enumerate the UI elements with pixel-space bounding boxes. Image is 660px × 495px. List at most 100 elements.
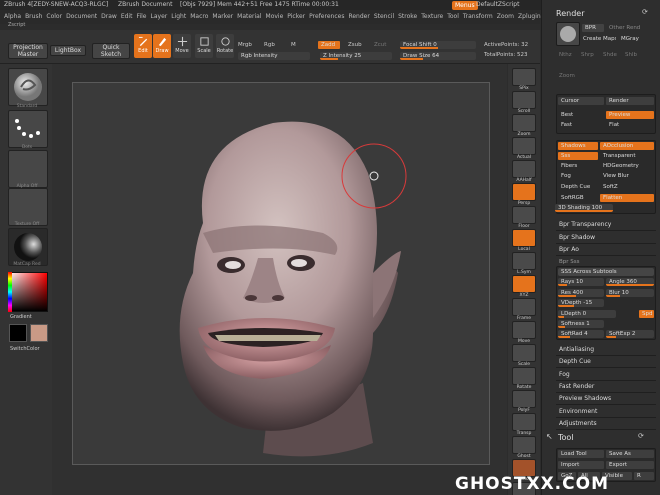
menu-item-zoom[interactable]: Zoom [497,13,514,20]
vdepth-slider[interactable]: VDepth -15 [558,299,604,307]
sss-toggle[interactable]: Sss [558,152,598,160]
menu-item-material[interactable]: Material [237,13,261,20]
shelf-xyz-button[interactable] [512,275,536,293]
shelf-aahalf-button[interactable] [512,160,536,178]
shelf-scroll-button[interactable] [512,91,536,109]
bpr-transparency-header[interactable]: Bpr Transparency [556,219,656,231]
goz-r-button[interactable]: R [634,472,654,480]
document-canvas[interactable] [72,82,490,465]
shelf-frame-button[interactable] [512,298,536,316]
rgb-button[interactable]: Rgb [264,42,275,48]
res-slider[interactable]: Res 400 [558,289,604,297]
shlb-button[interactable]: Shlb [622,51,644,59]
focal-shift-slider[interactable]: Focal Shift 0 [400,41,476,49]
softexp-slider[interactable]: SoftExp 2 [606,330,654,338]
3d-shading-slider[interactable]: 3D Shading 100 [555,204,613,212]
move-mode-button[interactable]: Move [173,34,191,58]
mgray-button[interactable]: MGray [618,35,646,43]
brush-thumbnail[interactable] [8,68,48,106]
texture-thumbnail[interactable] [8,188,48,226]
ldepth-slider[interactable]: LDepth 0 [558,310,616,318]
menu-item-draw[interactable]: Draw [101,13,117,20]
draw-size-slider[interactable]: Draw Size 64 [400,52,476,60]
menus-toggle-button[interactable]: Menus [452,1,478,10]
edit-mode-button[interactable]: Edit [134,34,152,58]
preview-shadows-header[interactable]: Preview Shadows [556,393,656,406]
menu-item-alpha[interactable]: Alpha [4,13,21,20]
quick-sketch-button[interactable]: Quick Sketch [92,43,130,59]
preview-button[interactable]: Preview [606,111,654,119]
create-maps-button[interactable]: Create Maps [580,35,616,43]
menu-item-texture[interactable]: Texture [421,13,443,20]
material-thumbnail[interactable] [8,228,48,266]
zadd-button[interactable]: Zadd [318,41,340,49]
alpha-thumbnail[interactable] [8,150,48,188]
softrad-slider[interactable]: SoftRad 4 [558,330,604,338]
menu-item-preferences[interactable]: Preferences [309,13,344,20]
shelf-actual-button[interactable] [512,137,536,155]
transparent-toggle[interactable]: Transparent [600,152,654,160]
softness-slider[interactable]: Softness 1 [558,320,604,328]
sss-across-subtools-button[interactable]: SSS Across Subtools [558,268,654,276]
m-button[interactable]: M [291,42,296,48]
shelf-rotate-button[interactable] [512,367,536,385]
main-color-swatch[interactable] [9,324,27,342]
switch-color-button[interactable]: SwitchColor [10,346,56,352]
menu-item-edit[interactable]: Edit [121,13,133,20]
tool-reload-icon[interactable]: ⟳ [638,432,644,440]
flatten-toggle[interactable]: Flatten [600,194,654,202]
shelf-move-button[interactable] [512,321,536,339]
menu-item-tool[interactable]: Tool [447,13,459,20]
nthz-button[interactable]: Nthz [556,51,578,59]
menu-item-movie[interactable]: Movie [266,13,284,20]
menu-item-zscript[interactable]: Zscript [0,22,40,30]
shelf-polyf-button[interactable] [512,390,536,408]
lightbox-button[interactable]: LightBox [50,45,86,56]
color-picker[interactable] [8,272,48,312]
menu-item-document[interactable]: Document [66,13,97,20]
mrgb-button[interactable]: Mrgb [238,42,252,48]
stroke-thumbnail[interactable] [8,110,48,148]
depth-cue-toggle[interactable]: Depth Cue [558,183,598,191]
menu-item-render[interactable]: Render [348,13,369,20]
fibers-toggle[interactable]: Fibers [558,162,598,170]
menu-item-light[interactable]: Light [171,13,186,20]
fast-render-header[interactable]: Fast Render [556,381,656,393]
shelf-spix-button[interactable] [512,68,536,86]
zsub-button[interactable]: Zsub [348,42,362,48]
antialiasing-header[interactable]: Antialiasing [556,344,656,356]
menu-item-macro[interactable]: Macro [190,13,208,20]
load-tool-button[interactable]: Load Tool [558,450,604,458]
shelf-persp-button[interactable] [512,183,536,201]
shelf-lsym-button[interactable] [512,252,536,270]
shde-button[interactable]: Shde [600,51,622,59]
z-intensity-slider[interactable]: Z Intensity 25 [320,52,392,60]
blur-slider[interactable]: Blur 10 [606,289,654,297]
hue-strip[interactable] [8,272,12,312]
aocclusion-toggle[interactable]: AOcclusion [600,142,654,150]
rgb-intensity-slider[interactable]: Rgb Intensity [238,52,310,60]
environment-header[interactable]: Environment [556,406,656,418]
cursor-button[interactable]: Cursor [558,97,604,105]
depth-cue-header[interactable]: Depth Cue [556,356,656,369]
zcut-button[interactable]: Zcut [374,42,386,48]
render-preview-thumbnail[interactable] [556,22,580,46]
menu-item-picker[interactable]: Picker [287,13,305,20]
render-button[interactable]: Render [606,97,654,105]
spd-button[interactable]: Spd [639,310,654,318]
menu-item-file[interactable]: File [136,13,146,20]
bpr-ao-header[interactable]: Bpr Ao [556,244,656,256]
shelf-zoom-button[interactable] [512,114,536,132]
import-button[interactable]: Import [558,461,604,469]
fast-button[interactable]: Fast [558,121,604,129]
default-zscript-button[interactable]: DefaultZScript [476,0,519,10]
draw-mode-button[interactable]: Draw [153,34,171,58]
menu-item-stencil[interactable]: Stencil [374,13,394,20]
scale-mode-button[interactable]: Scale [195,34,213,58]
adjustments-header[interactable]: Adjustments [556,418,656,430]
rotate-mode-button[interactable]: Rotate [216,34,234,58]
menu-item-transform[interactable]: Transform [463,13,493,20]
angle-slider[interactable]: Angle 360 [606,278,654,286]
hdgeometry-toggle[interactable]: HDGeometry [600,162,654,170]
shadows-toggle[interactable]: Shadows [558,142,598,150]
